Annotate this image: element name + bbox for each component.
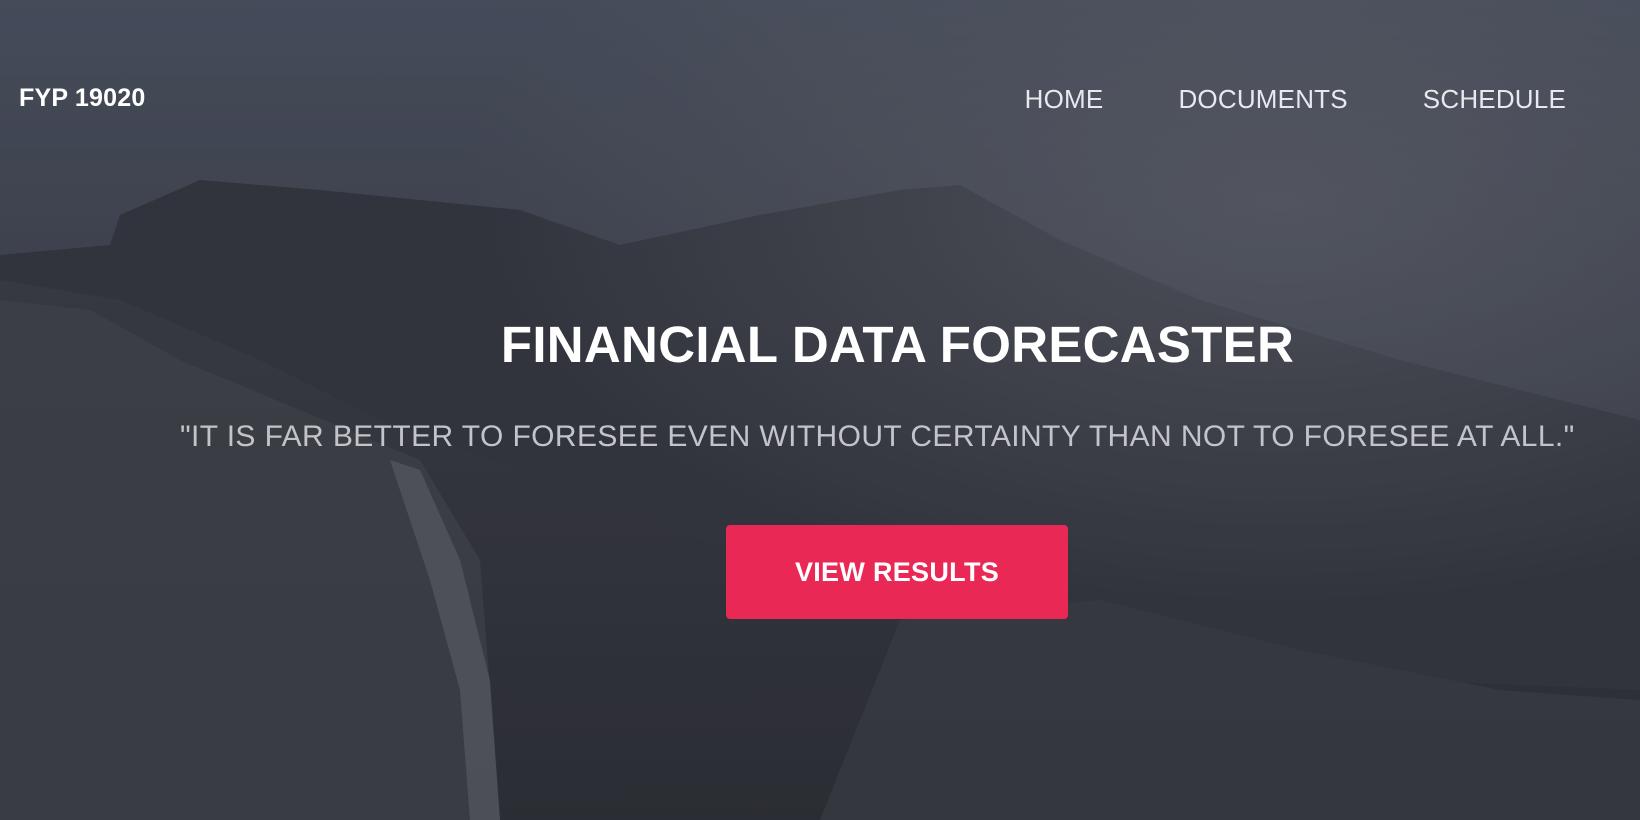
page-title: FINANCIAL DATA FORECASTER <box>500 316 1295 373</box>
top-navigation: FYP 19020 HOME DOCUMENTS SCHEDULE <box>0 0 1640 200</box>
nav-item-documents[interactable]: DOCUMENTS <box>1178 84 1347 115</box>
hero-quote: "IT IS FAR BETTER TO FORESEE EVEN WITHOU… <box>180 420 1575 453</box>
view-results-button[interactable]: VIEW RESULTS <box>726 525 1068 619</box>
nav-menu: HOME DOCUMENTS SCHEDULE <box>950 84 1566 115</box>
nav-item-home[interactable]: HOME <box>1025 84 1104 115</box>
nav-item-schedule[interactable]: SCHEDULE <box>1423 84 1566 115</box>
brand-logo-text[interactable]: FYP 19020 <box>19 84 145 113</box>
hero-section: FYP 19020 HOME DOCUMENTS SCHEDULE FINANC… <box>0 0 1640 820</box>
